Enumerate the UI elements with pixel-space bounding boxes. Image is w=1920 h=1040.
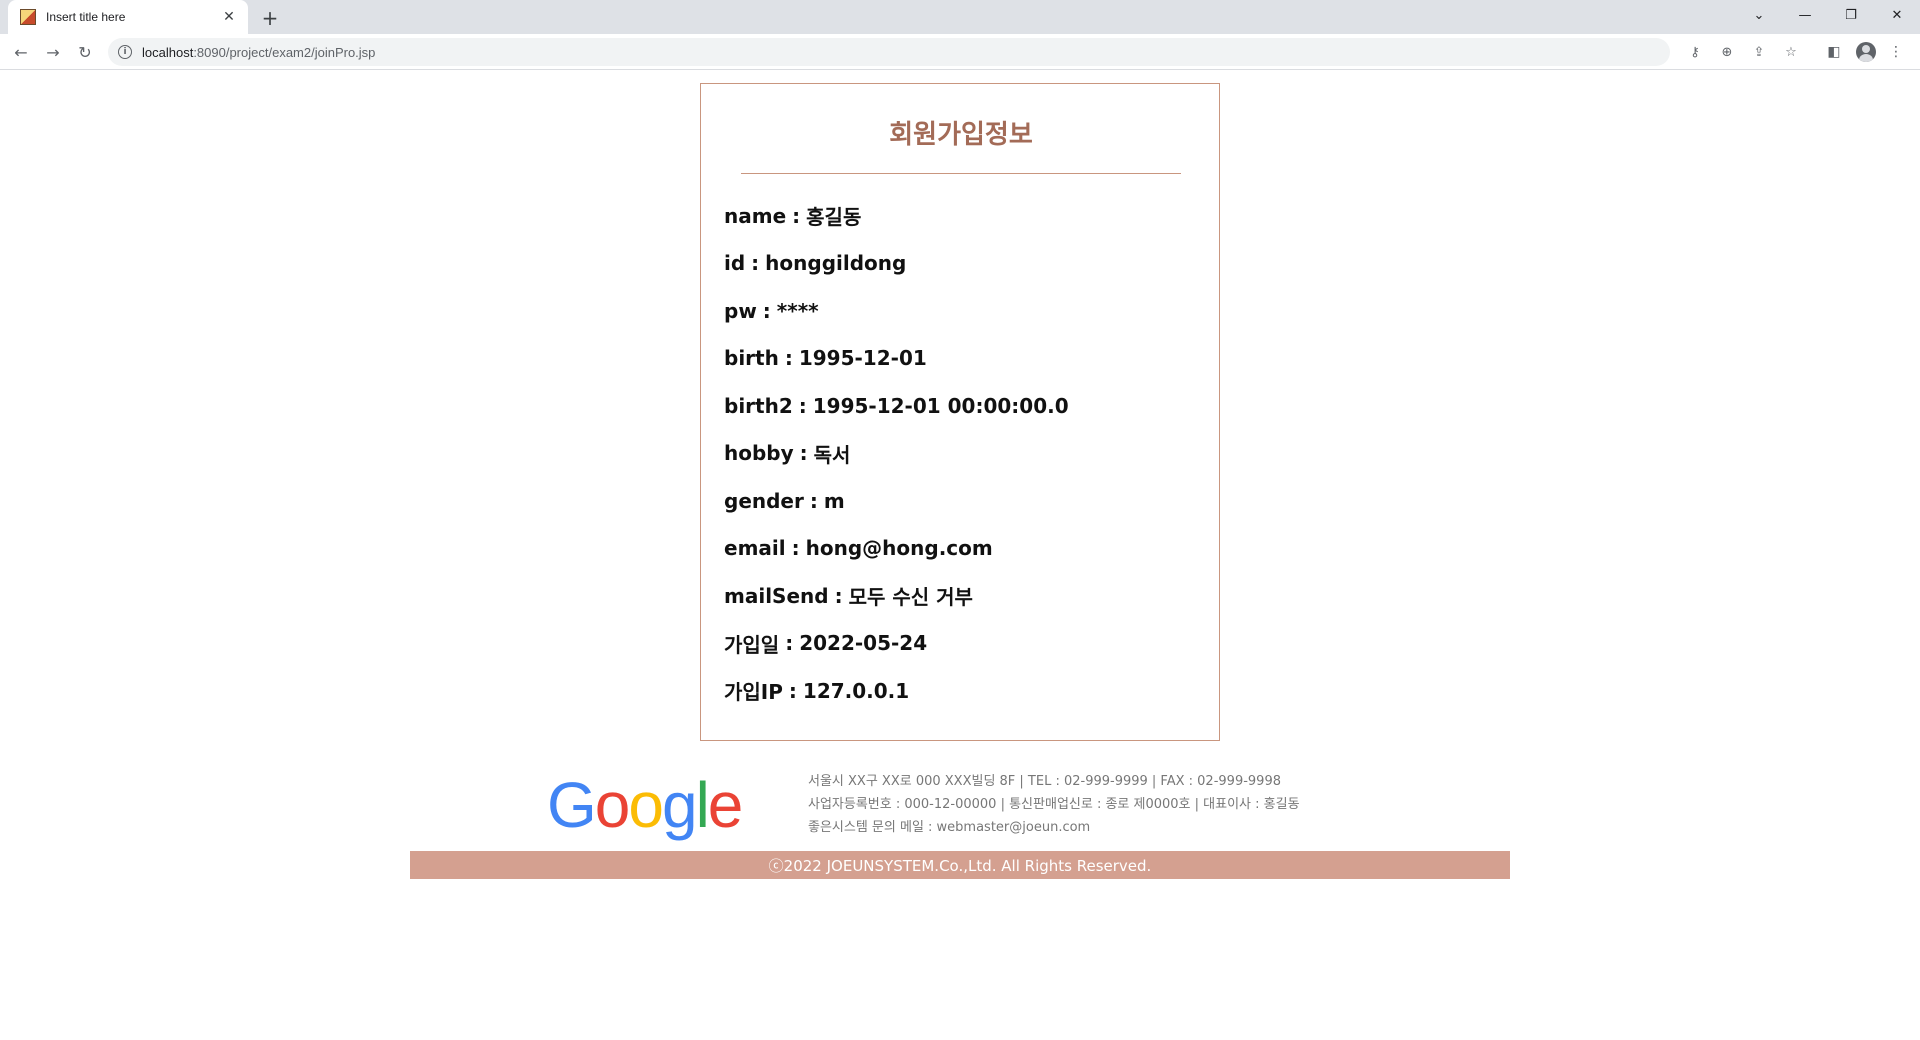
reload-icon[interactable]: ↻: [71, 38, 99, 66]
close-window-icon[interactable]: ✕: [1874, 0, 1920, 30]
info-row-name: name: 홍길동: [724, 192, 1069, 240]
row-value: 1995-12-01: [798, 346, 927, 371]
row-label: gender: [724, 488, 804, 513]
info-row-birth2: birth2:1995-12-01 00:00:00.0: [724, 393, 1069, 418]
row-value: 홍길동: [806, 205, 862, 230]
copyright-text: ⓒ2022 JOEUNSYSTEM.Co.,Ltd. All Rights Re…: [768, 856, 1152, 875]
row-label: pw: [724, 298, 757, 323]
info-row-id: id: honggildong: [724, 251, 907, 276]
logo-letter: e: [707, 769, 744, 841]
sidebar-icon[interactable]: ◧: [1824, 42, 1844, 62]
forward-arrow-icon[interactable]: →: [39, 38, 67, 66]
star-icon[interactable]: ☆: [1782, 43, 1800, 61]
row-value: 1995-12-01 00:00:00.0: [812, 393, 1069, 418]
url-host: localhost: [142, 44, 194, 60]
row-label: birth2: [724, 393, 793, 418]
row-value: honggildong: [765, 251, 907, 276]
close-tab-icon[interactable]: ✕: [220, 8, 238, 26]
info-row-hobby: hobby: 독서: [724, 430, 1069, 478]
info-row-pw: pw: ****: [724, 298, 819, 323]
minimize-icon[interactable]: —: [1782, 0, 1828, 30]
new-tab-icon[interactable]: +: [258, 6, 282, 30]
title-divider: [741, 173, 1181, 174]
restore-icon[interactable]: ❐: [1828, 0, 1874, 30]
row-label: id: [724, 251, 746, 276]
info-row-mailsend: mailSend: 모두 수신 거부: [724, 572, 1069, 620]
logo-letter: G: [547, 769, 597, 841]
google-logo: Google: [547, 769, 743, 841]
footer-contact-line: 좋은시스템 문의 메일 : webmaster@joeun.com: [808, 820, 1091, 835]
browser-tab[interactable]: Insert title here ✕: [8, 0, 248, 34]
menu-icon[interactable]: ⋮: [1886, 42, 1906, 62]
back-arrow-icon[interactable]: ←: [7, 38, 35, 66]
row-label: 가입일: [724, 632, 780, 657]
logo-letter: o: [594, 769, 631, 841]
footer-company-info: 서울시 XX구 XX로 000 XXX빌딩 8F | TEL : 02-999-…: [808, 770, 1300, 839]
row-label: email: [724, 536, 786, 561]
info-row-email: email: hong@hong.com: [724, 536, 993, 561]
row-value: 모두 수신 거부: [848, 585, 973, 610]
share-icon[interactable]: ⇪: [1750, 43, 1768, 61]
row-value: m: [823, 488, 845, 513]
row-value: ****: [776, 298, 819, 323]
info-row-join-ip: 가입IP:127.0.0.1: [724, 667, 1069, 715]
url-path: :8090/project/exam2/joinPro.jsp: [193, 44, 376, 60]
tab-strip: Insert title here ✕ + ⌄ — ❐ ✕: [0, 0, 1920, 34]
logo-letter: o: [628, 769, 664, 841]
row-value: 2022-05-24: [799, 631, 928, 656]
address-bar[interactable]: i localhost:8090/project/exam2/joinPro.j…: [108, 38, 1797, 66]
info-row-birth: birth:1995-12-01: [724, 346, 927, 371]
row-label: name: [724, 203, 787, 228]
tab-search-icon[interactable]: ⌄: [1736, 0, 1782, 30]
zoom-icon[interactable]: ⊕: [1718, 43, 1736, 61]
profile-icon[interactable]: [1856, 42, 1876, 62]
page-favicon-icon: [20, 9, 36, 25]
key-icon[interactable]: ⚷: [1686, 43, 1704, 61]
row-value: hong@hong.com: [805, 536, 993, 561]
copyright-bar: ⓒ2022 JOEUNSYSTEM.Co.,Ltd. All Rights Re…: [410, 851, 1510, 879]
footer-address-line: 서울시 XX구 XX로 000 XXX빌딩 8F | TEL : 02-999-…: [808, 774, 1281, 789]
logo-letter: g: [661, 769, 698, 841]
row-value: 독서: [813, 442, 851, 467]
row-label: birth: [724, 346, 779, 371]
logo-letter: l: [695, 769, 710, 841]
browser-toolbar: ← → ↻ i localhost:8090/project/exam2/joi…: [0, 34, 1920, 70]
row-label: mailSend: [724, 583, 829, 608]
page-title: 회원가입정보: [889, 120, 1033, 150]
footer-registration-line: 사업자등록번호 : 000-12-00000 | 통신판매업신로 : 종로 제0…: [808, 797, 1300, 812]
row-value: 127.0.0.1: [802, 678, 910, 703]
member-info-card: 회원가입정보 name: 홍길동 id: honggildong pw: **** b…: [700, 83, 1220, 741]
row-label: hobby: [724, 441, 794, 466]
member-info-list: name: 홍길동 id: honggildong pw: **** birth:19…: [724, 192, 1069, 715]
tab-title: Insert title here: [46, 10, 126, 24]
info-row-join-date: 가입일:2022-05-24: [724, 620, 1069, 668]
info-icon[interactable]: i: [118, 45, 132, 59]
info-row-gender: gender: m: [724, 488, 845, 513]
row-label: 가입IP: [724, 680, 783, 705]
